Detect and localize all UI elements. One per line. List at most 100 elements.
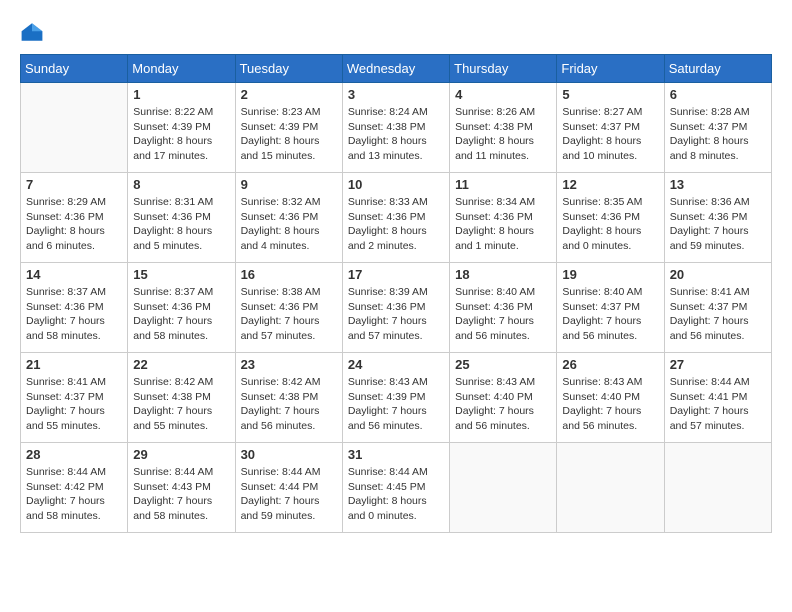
day-number: 15 — [133, 267, 229, 282]
day-info: Sunrise: 8:42 AMSunset: 4:38 PMDaylight:… — [133, 375, 229, 434]
day-number: 27 — [670, 357, 766, 372]
day-number: 21 — [26, 357, 122, 372]
day-info: Sunrise: 8:35 AMSunset: 4:36 PMDaylight:… — [562, 195, 658, 254]
day-number: 1 — [133, 87, 229, 102]
calendar-cell: 21 Sunrise: 8:41 AMSunset: 4:37 PMDayligh… — [21, 353, 128, 443]
calendar-week-row: 14 Sunrise: 8:37 AMSunset: 4:36 PMDayligh… — [21, 263, 772, 353]
calendar-cell: 10Sunrise: 8:33 AMSunset: 4:36 PMDayligh… — [342, 173, 449, 263]
day-number: 9 — [241, 177, 337, 192]
day-number: 10 — [348, 177, 444, 192]
day-number: 18 — [455, 267, 551, 282]
day-number: 31 — [348, 447, 444, 462]
weekday-header: Friday — [557, 55, 664, 83]
day-number: 20 — [670, 267, 766, 282]
day-info: Sunrise: 8:22 AMSunset: 4:39 PMDaylight:… — [133, 105, 229, 164]
day-info: Sunrise: 8:37 AMSunset: 4:36 PMDaylight:… — [133, 285, 229, 344]
day-info: Sunrise: 8:43 AMSunset: 4:40 PMDaylight:… — [455, 375, 551, 434]
calendar-cell: 25 Sunrise: 8:43 AMSunset: 4:40 PMDayligh… — [450, 353, 557, 443]
day-number: 5 — [562, 87, 658, 102]
day-info: Sunrise: 8:44 AMSunset: 4:43 PMDaylight:… — [133, 465, 229, 524]
weekday-header-row: SundayMondayTuesdayWednesdayThursdayFrid… — [21, 55, 772, 83]
calendar-cell — [557, 443, 664, 533]
day-number: 29 — [133, 447, 229, 462]
day-info: Sunrise: 8:42 AMSunset: 4:38 PMDaylight:… — [241, 375, 337, 434]
calendar-cell: 28 Sunrise: 8:44 AMSunset: 4:42 PMDayligh… — [21, 443, 128, 533]
day-info: Sunrise: 8:23 AMSunset: 4:39 PMDaylight:… — [241, 105, 337, 164]
calendar-cell: 20Sunrise: 8:41 AMSunset: 4:37 PMDayligh… — [664, 263, 771, 353]
day-info: Sunrise: 8:44 AMSunset: 4:41 PMDaylight:… — [670, 375, 766, 434]
day-number: 2 — [241, 87, 337, 102]
calendar-cell: 12 Sunrise: 8:35 AMSunset: 4:36 PMDayligh… — [557, 173, 664, 263]
day-info: Sunrise: 8:28 AMSunset: 4:37 PMDaylight:… — [670, 105, 766, 164]
page-header — [20, 20, 772, 44]
calendar-cell: 19Sunrise: 8:40 AMSunset: 4:37 PMDayligh… — [557, 263, 664, 353]
calendar-week-row: 21 Sunrise: 8:41 AMSunset: 4:37 PMDayligh… — [21, 353, 772, 443]
calendar-cell: 8Sunrise: 8:31 AMSunset: 4:36 PMDaylight… — [128, 173, 235, 263]
calendar-week-row: 28 Sunrise: 8:44 AMSunset: 4:42 PMDayligh… — [21, 443, 772, 533]
weekday-header: Saturday — [664, 55, 771, 83]
calendar-cell: 7Sunrise: 8:29 AMSunset: 4:36 PMDaylight… — [21, 173, 128, 263]
calendar-cell: 29 Sunrise: 8:44 AMSunset: 4:43 PMDayligh… — [128, 443, 235, 533]
day-number: 11 — [455, 177, 551, 192]
weekday-header: Sunday — [21, 55, 128, 83]
calendar-cell: 5 Sunrise: 8:27 AMSunset: 4:37 PMDaylight… — [557, 83, 664, 173]
calendar-cell: 14 Sunrise: 8:37 AMSunset: 4:36 PMDayligh… — [21, 263, 128, 353]
calendar-cell: 24 Sunrise: 8:43 AMSunset: 4:39 PMDayligh… — [342, 353, 449, 443]
day-info: Sunrise: 8:44 AMSunset: 4:44 PMDaylight:… — [241, 465, 337, 524]
day-number: 25 — [455, 357, 551, 372]
day-number: 6 — [670, 87, 766, 102]
weekday-header: Wednesday — [342, 55, 449, 83]
calendar-cell: 23 Sunrise: 8:42 AMSunset: 4:38 PMDayligh… — [235, 353, 342, 443]
day-number: 23 — [241, 357, 337, 372]
day-info: Sunrise: 8:38 AMSunset: 4:36 PMDaylight:… — [241, 285, 337, 344]
day-number: 22 — [133, 357, 229, 372]
calendar-cell: 16 Sunrise: 8:38 AMSunset: 4:36 PMDayligh… — [235, 263, 342, 353]
calendar-cell: 2 Sunrise: 8:23 AMSunset: 4:39 PMDaylight… — [235, 83, 342, 173]
calendar-cell: 30 Sunrise: 8:44 AMSunset: 4:44 PMDayligh… — [235, 443, 342, 533]
calendar-cell: 31 Sunrise: 8:44 AMSunset: 4:45 PMDayligh… — [342, 443, 449, 533]
day-number: 12 — [562, 177, 658, 192]
day-info: Sunrise: 8:37 AMSunset: 4:36 PMDaylight:… — [26, 285, 122, 344]
day-number: 30 — [241, 447, 337, 462]
calendar-cell: 17Sunrise: 8:39 AMSunset: 4:36 PMDayligh… — [342, 263, 449, 353]
day-number: 26 — [562, 357, 658, 372]
day-info: Sunrise: 8:36 AMSunset: 4:36 PMDaylight:… — [670, 195, 766, 254]
day-number: 17 — [348, 267, 444, 282]
calendar-week-row: 7Sunrise: 8:29 AMSunset: 4:36 PMDaylight… — [21, 173, 772, 263]
calendar-cell: 27 Sunrise: 8:44 AMSunset: 4:41 PMDayligh… — [664, 353, 771, 443]
day-info: Sunrise: 8:44 AMSunset: 4:45 PMDaylight:… — [348, 465, 444, 524]
day-number: 7 — [26, 177, 122, 192]
weekday-header: Tuesday — [235, 55, 342, 83]
day-number: 16 — [241, 267, 337, 282]
day-info: Sunrise: 8:43 AMSunset: 4:40 PMDaylight:… — [562, 375, 658, 434]
calendar-cell: 18 Sunrise: 8:40 AMSunset: 4:36 PMDayligh… — [450, 263, 557, 353]
calendar-cell — [21, 83, 128, 173]
calendar-cell — [450, 443, 557, 533]
calendar-cell: 3 Sunrise: 8:24 AMSunset: 4:38 PMDaylight… — [342, 83, 449, 173]
day-number: 8 — [133, 177, 229, 192]
day-info: Sunrise: 8:40 AMSunset: 4:36 PMDaylight:… — [455, 285, 551, 344]
weekday-header: Thursday — [450, 55, 557, 83]
calendar-cell — [664, 443, 771, 533]
calendar-cell: 15 Sunrise: 8:37 AMSunset: 4:36 PMDayligh… — [128, 263, 235, 353]
day-number: 24 — [348, 357, 444, 372]
day-info: Sunrise: 8:44 AMSunset: 4:42 PMDaylight:… — [26, 465, 122, 524]
day-number: 19 — [562, 267, 658, 282]
logo-icon — [20, 20, 44, 44]
day-info: Sunrise: 8:41 AMSunset: 4:37 PMDaylight:… — [26, 375, 122, 434]
weekday-header: Monday — [128, 55, 235, 83]
day-info: Sunrise: 8:32 AMSunset: 4:36 PMDaylight:… — [241, 195, 337, 254]
day-number: 3 — [348, 87, 444, 102]
day-info: Sunrise: 8:43 AMSunset: 4:39 PMDaylight:… — [348, 375, 444, 434]
calendar-cell: 6 Sunrise: 8:28 AMSunset: 4:37 PMDaylight… — [664, 83, 771, 173]
calendar-cell: 1 Sunrise: 8:22 AMSunset: 4:39 PMDaylight… — [128, 83, 235, 173]
day-number: 14 — [26, 267, 122, 282]
day-number: 4 — [455, 87, 551, 102]
day-info: Sunrise: 8:27 AMSunset: 4:37 PMDaylight:… — [562, 105, 658, 164]
day-number: 28 — [26, 447, 122, 462]
calendar-cell: 13 Sunrise: 8:36 AMSunset: 4:36 PMDayligh… — [664, 173, 771, 263]
calendar-cell: 4Sunrise: 8:26 AMSunset: 4:38 PMDaylight… — [450, 83, 557, 173]
calendar-cell: 9 Sunrise: 8:32 AMSunset: 4:36 PMDaylight… — [235, 173, 342, 263]
day-number: 13 — [670, 177, 766, 192]
day-info: Sunrise: 8:24 AMSunset: 4:38 PMDaylight:… — [348, 105, 444, 164]
